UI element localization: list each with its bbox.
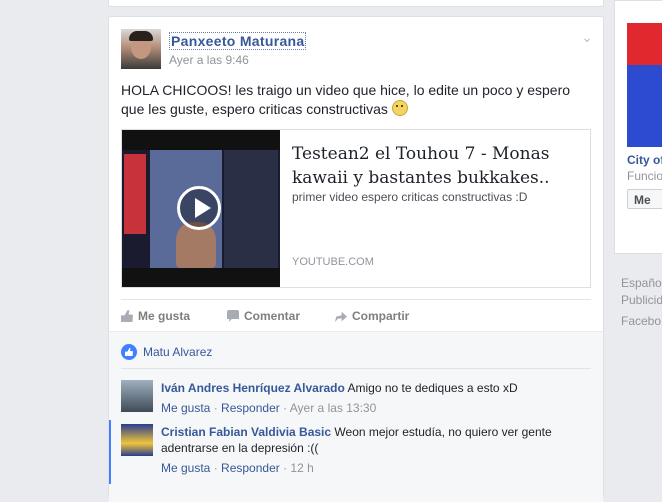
footer-facebook-link[interactable]: Facebo [621, 314, 661, 328]
comment-reply-link[interactable]: Responder [221, 461, 280, 475]
post-author-name[interactable]: Panxeeto Maturana [169, 32, 307, 50]
smiley-emoji-icon [391, 100, 408, 116]
like-button[interactable]: Me gusta [121, 309, 190, 323]
comment-icon [227, 310, 239, 322]
link-title[interactable]: Testean2 el Touhou 7 - Monas kawaii y ba… [292, 142, 577, 190]
commenter-name[interactable]: Iván Andres Henríquez Alvarado [161, 381, 345, 395]
footer-ads-link[interactable]: Publicid [621, 293, 662, 307]
liker-name[interactable]: Matu Alvarez [143, 345, 212, 359]
page-cover-image[interactable] [627, 23, 662, 147]
sidebar-page-subtitle: Funcio [627, 169, 662, 183]
comment-like-link[interactable]: Me gusta [161, 401, 210, 415]
post-timestamp[interactable]: Ayer a las 9:46 [169, 53, 249, 67]
comment-highlight-bar [109, 420, 111, 484]
post-actions: Me gusta Comentar Compartir [121, 299, 591, 330]
thumbs-up-icon [121, 310, 133, 322]
sidebar-page-link[interactable]: City of [627, 153, 662, 167]
commenter-name[interactable]: Cristian Fabian Valdivia Basic [161, 425, 331, 439]
comment-timestamp[interactable]: 12 h [290, 461, 313, 475]
post-text-body: HOLA CHICOOS! les traigo un video que hi… [121, 82, 571, 117]
author-avatar[interactable] [121, 29, 161, 69]
link-description: primer video espero criticas constructiv… [292, 190, 528, 204]
divider [121, 368, 591, 369]
like-badge-icon [121, 344, 137, 360]
comment-like-link[interactable]: Me gusta [161, 461, 210, 475]
play-icon[interactable] [177, 186, 221, 230]
comment-text: Amigo no te dediques a esto xD [347, 381, 518, 395]
comments-section: Matu Alvarez Iván Andres Henríquez Alvar… [109, 331, 603, 502]
chevron-down-icon[interactable]: ⌄ [581, 29, 593, 46]
link-domain: YOUTUBE.COM [292, 256, 374, 268]
avatar-hair [129, 31, 153, 41]
commenter-avatar[interactable] [121, 380, 153, 412]
likes-summary[interactable]: Matu Alvarez [121, 344, 212, 360]
sidebar-card: City of Funcio Me [614, 0, 662, 254]
feed-post: Panxeeto Maturana Ayer a las 9:46 ⌄ HOLA… [108, 16, 604, 502]
sidebar-like-button[interactable]: Me [627, 189, 662, 209]
comment-timestamp[interactable]: Ayer a las 13:30 [290, 401, 377, 415]
comment-button[interactable]: Comentar [227, 309, 300, 323]
commenter-avatar[interactable] [121, 424, 153, 456]
video-thumbnail[interactable] [122, 130, 280, 287]
share-button[interactable]: Compartir [335, 309, 409, 323]
footer-language-link[interactable]: Españo [621, 276, 662, 290]
share-icon [335, 311, 347, 322]
previous-post-card [108, 0, 604, 7]
link-preview[interactable]: Testean2 el Touhou 7 - Monas kawaii y ba… [121, 129, 591, 288]
comment-reply-link[interactable]: Responder [221, 401, 280, 415]
post-text: HOLA CHICOOS! les traigo un video que hi… [121, 81, 591, 119]
